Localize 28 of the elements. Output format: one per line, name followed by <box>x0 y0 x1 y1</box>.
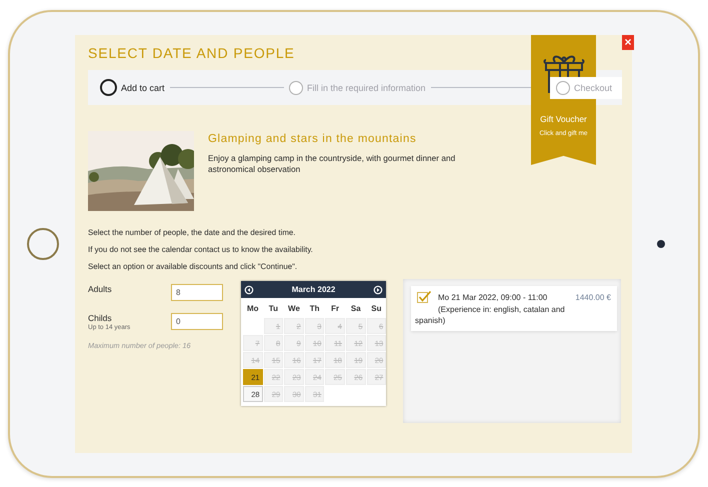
slot-time: Mo 21 Mar 2022, 09:00 - 11:00 <box>438 292 548 302</box>
step-label: Fill in the required information <box>306 82 426 92</box>
product-description: Enjoy a glamping camp in the countryside, with gourmet dinner and astronomical observation <box>208 153 456 175</box>
gift-voucher-title: Gift Voucher <box>540 114 587 124</box>
number-input[interactable]: 8 <box>171 284 223 301</box>
weekday-label: Th <box>308 303 320 315</box>
close-button[interactable]: × <box>622 35 634 50</box>
checkbox[interactable] <box>417 291 431 303</box>
field-label: Childs <box>88 313 113 323</box>
calendar-month: March 2022 <box>292 285 336 294</box>
camera-icon <box>657 240 665 248</box>
step-label: Add to cart <box>121 82 165 92</box>
weekday-label: Mo <box>246 303 260 315</box>
weekday-label: Sa <box>350 303 362 315</box>
product-title: Glamping and stars in the mountains <box>208 133 418 145</box>
field-label: Adults <box>88 284 112 294</box>
number-input[interactable]: 0 <box>171 313 223 330</box>
slot-details: (Experience in: english, catalan and spanish) <box>415 304 566 326</box>
dialog-title: SELECT DATE AND PEOPLE <box>88 45 296 61</box>
weekday-label: We <box>287 303 301 315</box>
time-slot[interactable]: Mo 21 Mar 2022, 09:00 - 11:00 1440.00 € (Experience in: english, catalan and spanish) <box>411 286 617 331</box>
weekday-label: Tu <box>268 303 279 315</box>
previous-month-icon[interactable] <box>244 284 254 294</box>
weekday-label: Su <box>370 303 382 315</box>
home-button[interactable] <box>26 228 58 260</box>
weekday-label: Fr <box>330 303 340 315</box>
slot-price: 1440.00 € <box>575 292 611 302</box>
next-month-icon[interactable] <box>373 284 383 294</box>
